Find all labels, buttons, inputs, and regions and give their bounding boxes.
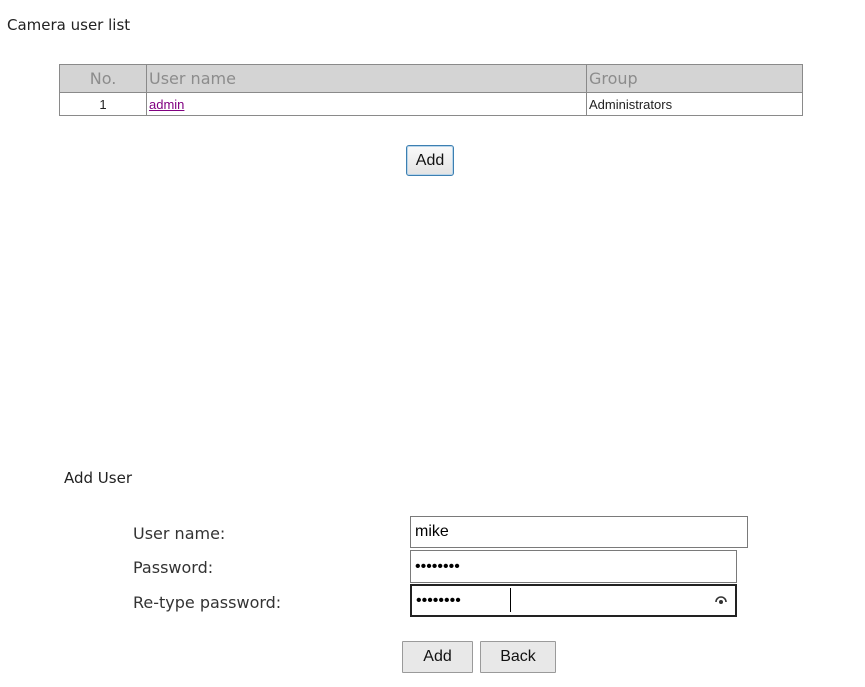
submit-add-button[interactable]: Add [402,641,473,673]
user-table: No. User name Group 1 admin Administrato… [59,64,803,116]
add-user-title: Add User [64,469,132,487]
row-number: 1 [59,92,147,116]
password-label: Password: [133,558,214,577]
column-header-group: Group [586,64,803,93]
eye-icon[interactable] [715,595,727,605]
table-header-row: No. User name Group [59,64,803,93]
text-caret [510,588,511,612]
username-field[interactable] [410,516,748,548]
row-group: Administrators [586,92,803,116]
username-link-admin[interactable]: admin [149,97,184,112]
row-username-cell: admin [146,92,587,116]
column-header-no: No. [59,64,147,93]
username-label: User name: [133,524,226,543]
password-field[interactable] [410,550,737,583]
column-header-username: User name [146,64,587,93]
back-button[interactable]: Back [480,641,556,673]
table-row: 1 admin Administrators [59,92,803,116]
user-list-title: Camera user list [7,16,131,34]
retype-password-label: Re-type password: [133,593,282,612]
retype-password-field[interactable] [410,584,737,617]
add-user-button[interactable]: Add [406,145,454,176]
